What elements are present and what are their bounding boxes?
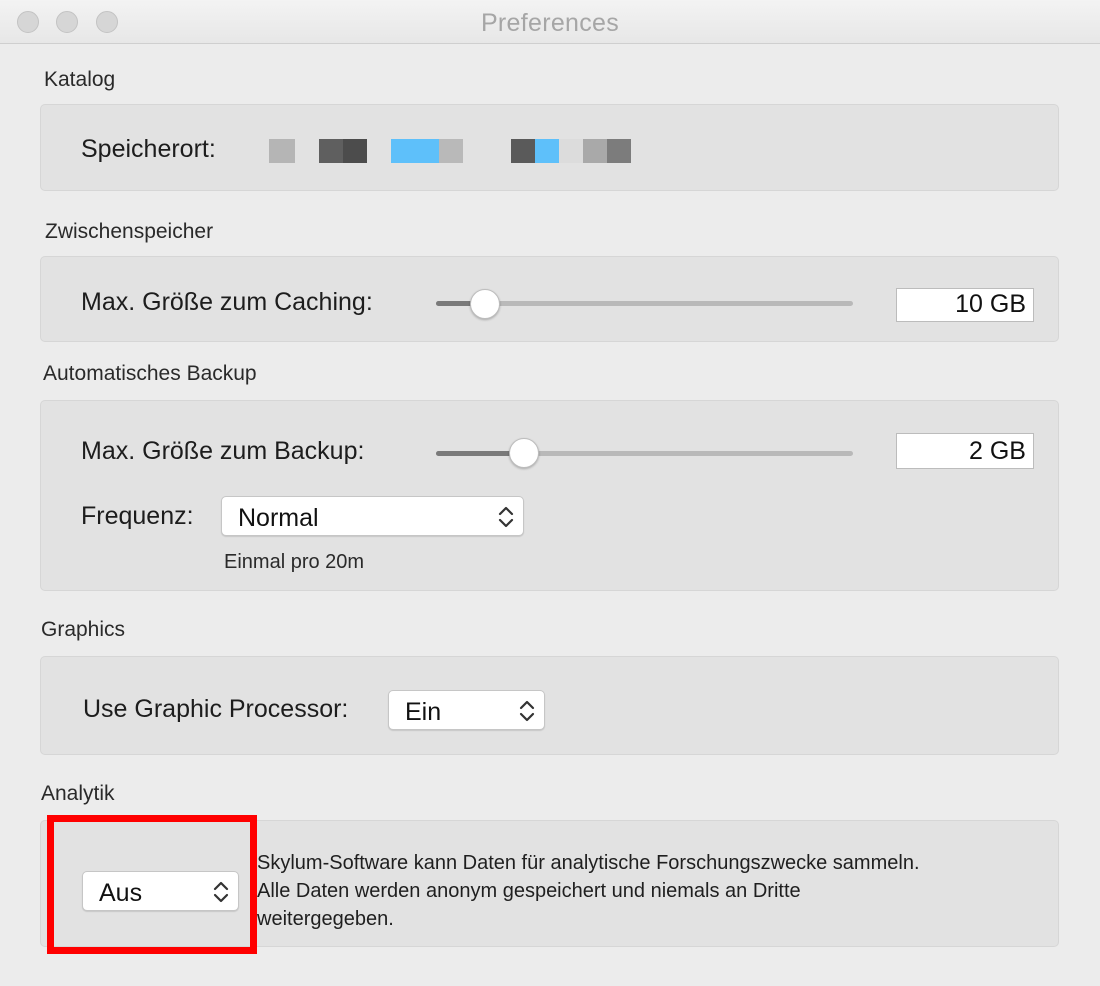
window-title: Preferences <box>480 9 620 37</box>
graphics-group: Use Graphic Processor: Ein <box>40 656 1059 755</box>
analytics-description-line: Skylum-Software kann Daten für analytisc… <box>257 852 920 874</box>
gpu-select-value: Ein <box>405 698 442 726</box>
frequency-select-value: Normal <box>238 504 319 532</box>
backup-group: Max. Größe zum Backup: 2 GB Frequenz: No… <box>40 400 1059 591</box>
catalog-group: Speicherort: <box>40 104 1059 191</box>
updown-chevron-icon <box>498 506 514 528</box>
backup-size-slider[interactable] <box>436 451 853 456</box>
frequency-select[interactable]: Normal <box>221 496 524 536</box>
gpu-label: Use Graphic Processor: <box>83 695 349 723</box>
location-path-pixelated[interactable] <box>269 139 639 165</box>
cache-slider-knob[interactable] <box>470 289 500 319</box>
analytics-heading: Analytik <box>41 782 115 805</box>
analytics-description: Skylum-Software kann Daten für analytisc… <box>257 849 920 933</box>
backup-size-label: Max. Größe zum Backup: <box>81 437 365 465</box>
frequency-hint: Einmal pro 20m <box>224 551 365 573</box>
cache-size-label: Max. Größe zum Caching: <box>81 288 373 316</box>
location-label: Speicherort: <box>81 135 216 163</box>
analytics-description-line: Alle Daten werden anonym gespeichert und… <box>257 880 801 902</box>
cache-group: Max. Größe zum Caching: 10 GB <box>40 256 1059 342</box>
cache-size-field[interactable]: 10 GB <box>896 288 1034 322</box>
backup-heading: Automatisches Backup <box>43 362 257 385</box>
highlight-box <box>47 815 257 954</box>
cache-heading: Zwischenspeicher <box>45 220 214 243</box>
frequency-label: Frequenz: <box>81 502 194 530</box>
title-bar: Preferences <box>0 0 1100 44</box>
analytics-description-line: weitergegeben. <box>257 908 394 930</box>
backup-size-field[interactable]: 2 GB <box>896 433 1034 469</box>
gpu-select[interactable]: Ein <box>388 690 545 730</box>
graphics-heading: Graphics <box>41 618 126 641</box>
catalog-heading: Katalog <box>44 68 116 91</box>
updown-chevron-icon <box>519 700 535 722</box>
backup-slider-knob[interactable] <box>509 438 539 468</box>
